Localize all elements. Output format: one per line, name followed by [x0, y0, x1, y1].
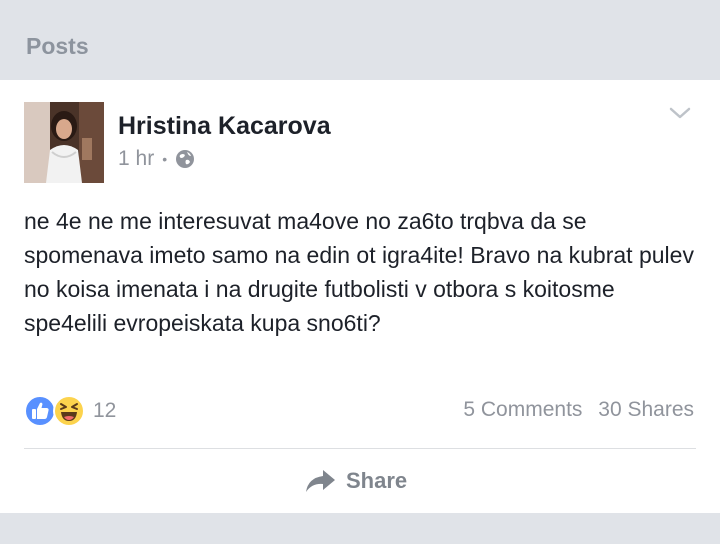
reactions-summary[interactable]: 12 — [24, 395, 116, 427]
share-label: Share — [346, 468, 408, 493]
post-text: ne 4e ne me interesuvat ma4ove no za6to … — [24, 208, 694, 336]
post-meta: 1 hr • — [118, 146, 195, 172]
share-arrow-icon — [306, 470, 335, 492]
like-icon — [24, 395, 56, 427]
avatar[interactable] — [24, 102, 104, 183]
timestamp[interactable]: 1 hr — [118, 147, 154, 171]
chevron-down-icon[interactable] — [668, 104, 692, 122]
comments-count[interactable]: 5 Comments — [463, 398, 582, 421]
share-button[interactable]: Share — [304, 464, 407, 498]
divider — [24, 448, 696, 449]
next-post-placeholder — [0, 513, 720, 544]
section-header: Posts — [0, 0, 720, 80]
meta-separator: • — [162, 151, 168, 167]
shares-count[interactable]: 30 Shares — [598, 398, 694, 421]
author-name[interactable]: Hristina Kacarova — [118, 112, 331, 141]
post-card: Hristina Kacarova 1 hr • ne 4e ne me int… — [0, 80, 720, 513]
haha-icon — [53, 395, 85, 427]
globe-icon — [176, 150, 195, 168]
engagement-stats: 5 Comments 30 Shares — [463, 398, 694, 422]
reaction-count: 12 — [93, 399, 117, 422]
section-title: Posts — [26, 33, 89, 59]
